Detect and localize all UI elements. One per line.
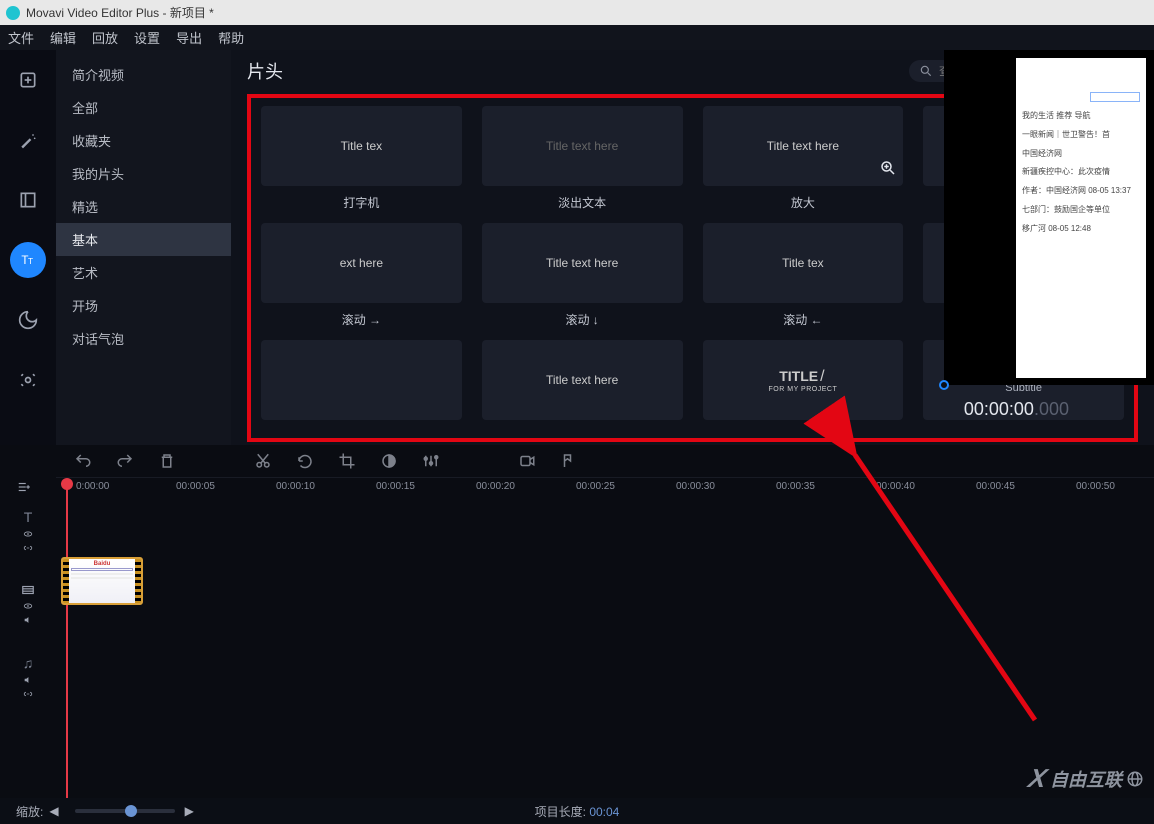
duration-label: 项目长度:: [535, 805, 586, 819]
video-clip[interactable]: Baidu: [61, 557, 143, 605]
sidebar-item-bubble[interactable]: 对话气泡: [56, 322, 231, 355]
magnify-icon[interactable]: [879, 159, 897, 180]
record-icon[interactable]: [518, 452, 536, 470]
tracks-area[interactable]: Baidu: [56, 499, 1154, 779]
timeline-ruler[interactable]: 0:00:00 00:00:05 00:00:10 00:00:15 00:00:20 0…: [56, 477, 1154, 499]
title-preset-label: 滚动 →: [342, 311, 381, 328]
status-bar: 缩放: ◀ ▶ 项目长度: 00:04: [0, 798, 1154, 824]
menu-edit[interactable]: 编辑: [50, 28, 76, 47]
add-track-icon[interactable]: [16, 480, 32, 497]
ruler-tick: 0:00:00: [76, 481, 109, 492]
title-preset[interactable]: Title tex: [703, 223, 904, 303]
eye-icon[interactable]: [22, 601, 34, 611]
adjust-icon[interactable]: [422, 452, 440, 470]
app-logo-icon: [6, 6, 20, 20]
window-titlebar: Movavi Video Editor Plus - 新项目 *: [0, 0, 1154, 25]
undo-icon[interactable]: [74, 452, 92, 470]
sidebar-item-intro[interactable]: 简介视频: [56, 58, 231, 91]
sidebar-item-art[interactable]: 艺术: [56, 256, 231, 289]
link-icon[interactable]: [22, 689, 34, 699]
eye-icon[interactable]: [22, 529, 34, 539]
globe-icon: [1126, 770, 1144, 788]
track-audio: ♫: [22, 655, 34, 699]
sidebar-item-basic[interactable]: 基本: [56, 223, 231, 256]
timecode: 00:00:00.000: [964, 399, 1069, 420]
menu-file[interactable]: 文件: [8, 28, 34, 47]
transitions-icon[interactable]: [10, 182, 46, 218]
import-icon[interactable]: [10, 62, 46, 98]
ruler-tick: 00:00:15: [376, 481, 415, 492]
track-title: T: [22, 509, 34, 553]
preview-marker-icon: [939, 380, 949, 390]
ruler-tick: 00:00:50: [1076, 481, 1115, 492]
sidebar-item-my[interactable]: 我的片头: [56, 157, 231, 190]
ruler-tick: 00:00:10: [276, 481, 315, 492]
menu-bar: 文件 编辑 回放 设置 导出 帮助: [0, 25, 1154, 50]
speaker-icon[interactable]: [22, 675, 34, 685]
preview-panel: 我的生活 推荐 导航一眼新闻｜世卫警告！首中国经济网新疆疾控中心：此次疫情作者：…: [944, 50, 1154, 385]
titles-icon[interactable]: TT: [10, 242, 46, 278]
duration-value: 00:04: [589, 805, 619, 819]
menu-help[interactable]: 帮助: [218, 28, 244, 47]
menu-playback[interactable]: 回放: [92, 28, 118, 47]
title-preset-label: 滚动 ←: [783, 311, 822, 328]
svg-text:T: T: [28, 256, 33, 266]
redo-icon[interactable]: [116, 452, 134, 470]
ruler-tick: 00:00:25: [576, 481, 615, 492]
window-title: Movavi Video Editor Plus - 新项目 *: [26, 4, 214, 21]
sidebar-item-all[interactable]: 全部: [56, 91, 231, 124]
title-preset[interactable]: ext here: [261, 223, 462, 303]
video-track-icon: [20, 583, 36, 597]
ruler-tick: 00:00:05: [176, 481, 215, 492]
crop-icon[interactable]: [338, 452, 356, 470]
timeline: T ♫ Baidu: [0, 499, 1154, 779]
sidebar-item-open[interactable]: 开场: [56, 289, 231, 322]
title-preset[interactable]: Title text here: [703, 106, 904, 186]
track-video: [20, 583, 36, 625]
category-sidebar: 简介视频 全部 收藏夹 我的片头 精选 基本 艺术 开场 对话气泡: [56, 50, 231, 445]
title-preset-label: 滚动 ↓: [565, 311, 598, 328]
ruler-tick: 00:00:20: [476, 481, 515, 492]
title-preset-label: 放大: [791, 194, 815, 211]
ruler-tick: 00:00:30: [676, 481, 715, 492]
magic-wand-icon[interactable]: [10, 122, 46, 158]
zoom-label: 缩放:: [16, 803, 43, 820]
tool-strip: TT: [0, 50, 56, 445]
title-preset[interactable]: Title text here: [482, 106, 683, 186]
tools-icon[interactable]: [10, 362, 46, 398]
color-icon[interactable]: [380, 452, 398, 470]
title-preset[interactable]: Title tex: [261, 106, 462, 186]
sidebar-item-featured[interactable]: 精选: [56, 190, 231, 223]
title-preset[interactable]: [261, 340, 462, 420]
ruler-tick: 00:00:45: [976, 481, 1015, 492]
ruler-tick: 00:00:35: [776, 481, 815, 492]
zoom-slider[interactable]: [75, 809, 175, 813]
title-preset[interactable]: Title text here: [482, 223, 683, 303]
stickers-icon[interactable]: [10, 302, 46, 338]
search-icon: [919, 64, 933, 78]
watermark: X自由互联: [1029, 763, 1144, 794]
trash-icon[interactable]: [158, 452, 176, 470]
menu-settings[interactable]: 设置: [134, 28, 160, 47]
marker-icon[interactable]: [560, 452, 578, 470]
preview-frame: 我的生活 推荐 导航一眼新闻｜世卫警告！首中国经济网新疆疾控中心：此次疫情作者：…: [1016, 58, 1146, 378]
browser-title: 片头: [247, 58, 283, 84]
title-preset[interactable]: TITLE/FOR MY PROJECT: [703, 340, 904, 420]
title-preset-label: 打字机: [343, 194, 379, 211]
title-preset-label: 淡出文本: [558, 194, 606, 211]
zoom-out-icon[interactable]: ◀: [49, 804, 58, 818]
title-preset[interactable]: Title text here: [482, 340, 683, 420]
sidebar-item-fav[interactable]: 收藏夹: [56, 124, 231, 157]
menu-export[interactable]: 导出: [176, 28, 202, 47]
zoom-in-icon[interactable]: ▶: [185, 804, 194, 818]
speaker-icon[interactable]: [22, 615, 34, 625]
ruler-tick: 00:00:40: [876, 481, 915, 492]
rotate-icon[interactable]: [296, 452, 314, 470]
link-icon[interactable]: [22, 543, 34, 553]
cut-icon[interactable]: [254, 452, 272, 470]
timeline-toolbar: [0, 445, 1154, 477]
